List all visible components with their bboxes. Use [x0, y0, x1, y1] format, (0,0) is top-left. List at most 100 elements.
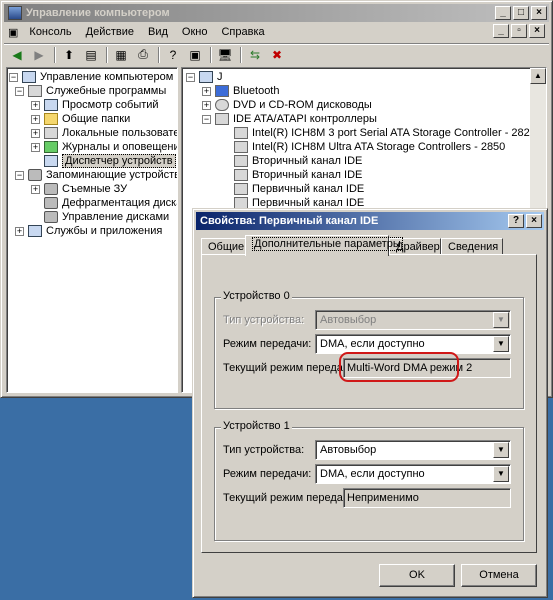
collapse-icon[interactable]: − — [202, 114, 211, 124]
toolbar-separator — [240, 46, 242, 63]
collapse-icon[interactable]: − — [15, 170, 24, 180]
tree-item-system-tools[interactable]: − Служебные программы — [15, 84, 166, 98]
tree-item-device-manager[interactable]: Диспетчер устройств — [44, 154, 176, 168]
device0-mode-select[interactable]: DMA, если доступно ▼ — [315, 334, 511, 354]
expand-icon[interactable]: + — [31, 100, 40, 110]
collapse-icon[interactable]: − — [9, 72, 18, 82]
main-window-title: Управление компьютером — [26, 7, 170, 19]
tree-item-computer-j[interactable]: − J — [186, 70, 223, 84]
tree-item-local-users[interactable]: + Локальные пользователи — [31, 126, 177, 140]
controller-icon — [234, 141, 248, 153]
properties-dialog: Свойства: Первичный канал IDE ? × Общие … — [192, 208, 548, 598]
minimize-button[interactable]: _ — [495, 6, 511, 20]
tree-item-removable-storage[interactable]: + Съемные ЗУ — [31, 182, 127, 196]
maximize-button[interactable]: □ — [513, 6, 529, 20]
up-folder-icon[interactable]: ⬆ — [60, 46, 78, 64]
tree-item-performance-logs[interactable]: + Журналы и оповещения пр — [31, 140, 177, 154]
expand-icon[interactable]: + — [15, 226, 24, 236]
ok-button[interactable]: OK — [379, 564, 455, 587]
tab-advanced-settings[interactable]: Дополнительные параметры — [245, 235, 403, 256]
tree-item-sata-controller[interactable]: Intel(R) ICH8M 3 port Serial ATA Storage… — [234, 126, 536, 140]
toolbar-separator — [54, 46, 56, 63]
tree-item-ultra-ata-controller[interactable]: Intel(R) ICH8M Ultra ATA Storage Control… — [234, 140, 505, 154]
device1-current-mode-value: Неприменимо — [343, 488, 511, 508]
dropdown-arrow-icon[interactable]: ▼ — [493, 312, 509, 328]
scroll-up-icon[interactable]: ▲ — [530, 68, 546, 84]
dropdown-arrow-icon[interactable]: ▼ — [493, 442, 509, 458]
tree-item-event-viewer[interactable]: + Просмотр событий — [31, 98, 159, 112]
dialog-close-button[interactable]: × — [526, 214, 542, 228]
update-driver-icon[interactable]: ⇆ — [246, 46, 264, 64]
collapse-icon[interactable]: − — [186, 72, 195, 82]
tree-item-bluetooth[interactable]: + Bluetooth — [202, 84, 279, 98]
menu-console[interactable]: Консоль — [22, 26, 78, 38]
tree-item-secondary-ide-1[interactable]: Вторичный канал IDE — [234, 154, 362, 168]
tab-general[interactable]: Общие — [201, 238, 247, 255]
expand-icon[interactable]: + — [31, 128, 40, 138]
menu-action[interactable]: Действие — [79, 26, 141, 38]
show-tree-icon[interactable]: ▤ — [82, 46, 100, 64]
tree-item-ide-controllers[interactable]: − IDE ATA/ATAPI контроллеры — [202, 112, 377, 126]
dialog-body: Общие Дополнительные параметры Драйвер С… — [197, 231, 543, 593]
console-menu-icon[interactable]: ▣ — [4, 26, 22, 39]
close-button[interactable]: × — [531, 6, 547, 20]
expand-icon[interactable]: + — [31, 142, 40, 152]
expand-icon[interactable]: + — [202, 86, 211, 96]
toolbar-separator — [106, 46, 108, 63]
dropdown-arrow-icon[interactable]: ▼ — [493, 336, 509, 352]
device0-type-select[interactable]: Автовыбор ▼ — [315, 310, 511, 330]
menu-help[interactable]: Справка — [214, 26, 271, 38]
tree-item-shared-folders[interactable]: + Общие папки — [31, 112, 130, 126]
tree-item-secondary-ide-2[interactable]: Вторичный канал IDE — [234, 168, 362, 182]
services-icon — [28, 225, 42, 237]
device1-group: Устройство 1 Тип устройства: Автовыбор ▼… — [214, 420, 524, 541]
expand-icon[interactable]: + — [31, 184, 40, 194]
menu-bar: ▣ Консоль Действие Вид Окно Справка _ ▫ … — [4, 23, 549, 41]
print-icon[interactable]: ⎙ — [134, 46, 152, 64]
back-arrow-icon[interactable]: ◀ — [8, 46, 26, 64]
removable-storage-icon — [44, 183, 58, 195]
scan-hardware-icon[interactable]: 🖥 — [216, 46, 234, 64]
properties-icon[interactable]: ▣ — [186, 46, 204, 64]
tree-item-disk-management[interactable]: Управление дисками — [44, 210, 169, 224]
tree-item-defrag[interactable]: Дефрагментация диска — [44, 196, 177, 210]
device1-type-select[interactable]: Автовыбор ▼ — [315, 440, 511, 460]
uninstall-device-icon[interactable]: ✖ — [268, 46, 286, 64]
tree-item-computer-management[interactable]: − Управление компьютером (локаль — [9, 70, 177, 84]
computer-icon — [199, 71, 213, 83]
cancel-button[interactable]: Отмена — [461, 564, 537, 587]
main-title-bar[interactable]: Управление компьютером _ □ × — [4, 4, 549, 22]
tab-details[interactable]: Сведения — [441, 238, 503, 255]
expand-icon[interactable]: + — [31, 114, 40, 124]
export-list-icon[interactable]: ▦ — [112, 46, 130, 64]
device0-mode-label: Режим передачи: — [223, 338, 312, 350]
collapse-icon[interactable]: − — [15, 86, 24, 96]
expand-icon[interactable]: + — [202, 100, 211, 110]
tree-item-services-apps[interactable]: + Службы и приложения — [15, 224, 162, 238]
ide-controller-icon — [215, 113, 229, 125]
menu-window[interactable]: Окно — [175, 26, 215, 38]
device-manager-icon — [44, 155, 58, 167]
help-icon[interactable]: ? — [164, 46, 182, 64]
dropdown-arrow-icon[interactable]: ▼ — [493, 466, 509, 482]
forward-arrow-icon[interactable]: ▶ — [30, 46, 48, 64]
dialog-help-button[interactable]: ? — [508, 214, 524, 228]
device1-mode-select[interactable]: DMA, если доступно ▼ — [315, 464, 511, 484]
device1-type-label: Тип устройства: — [223, 444, 305, 456]
controller-icon — [234, 183, 248, 195]
child-restore-button[interactable]: ▫ — [511, 24, 527, 38]
menu-view[interactable]: Вид — [141, 26, 175, 38]
dialog-title-bar[interactable]: Свойства: Первичный канал IDE ? × — [196, 212, 544, 230]
console-tree-pane[interactable]: − Управление компьютером (локаль − Служе… — [6, 67, 178, 393]
users-icon — [44, 127, 58, 139]
tree-item-dvd-cdrom[interactable]: + DVD и CD-ROM дисководы — [202, 98, 372, 112]
child-minimize-button[interactable]: _ — [493, 24, 509, 38]
disk-management-icon — [44, 211, 58, 223]
red-highlight-ring — [339, 352, 459, 382]
tree-item-storage[interactable]: − Запоминающие устройства — [15, 168, 177, 182]
device0-type-label: Тип устройства: — [223, 314, 305, 326]
tree-item-primary-ide-1[interactable]: Первичный канал IDE — [234, 182, 364, 196]
device0-group: Устройство 0 Тип устройства: Автовыбор ▼… — [214, 290, 524, 409]
cdrom-icon — [215, 99, 229, 111]
child-close-button[interactable]: × — [529, 24, 545, 38]
